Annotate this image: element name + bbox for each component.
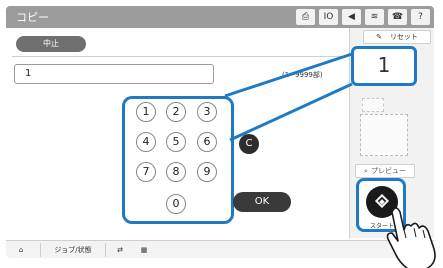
callout-overlay (224, 52, 436, 268)
callout-lines (224, 52, 353, 142)
callout-line-bottom (229, 82, 353, 142)
hand-pointer-icon (386, 207, 436, 268)
callout-line-top (224, 52, 353, 98)
copy-screen: コピー ⎙ IO ◀ ≋ ☎ ? 中止 1 (1~9999部) 1 2 3 4 … (0, 0, 443, 268)
